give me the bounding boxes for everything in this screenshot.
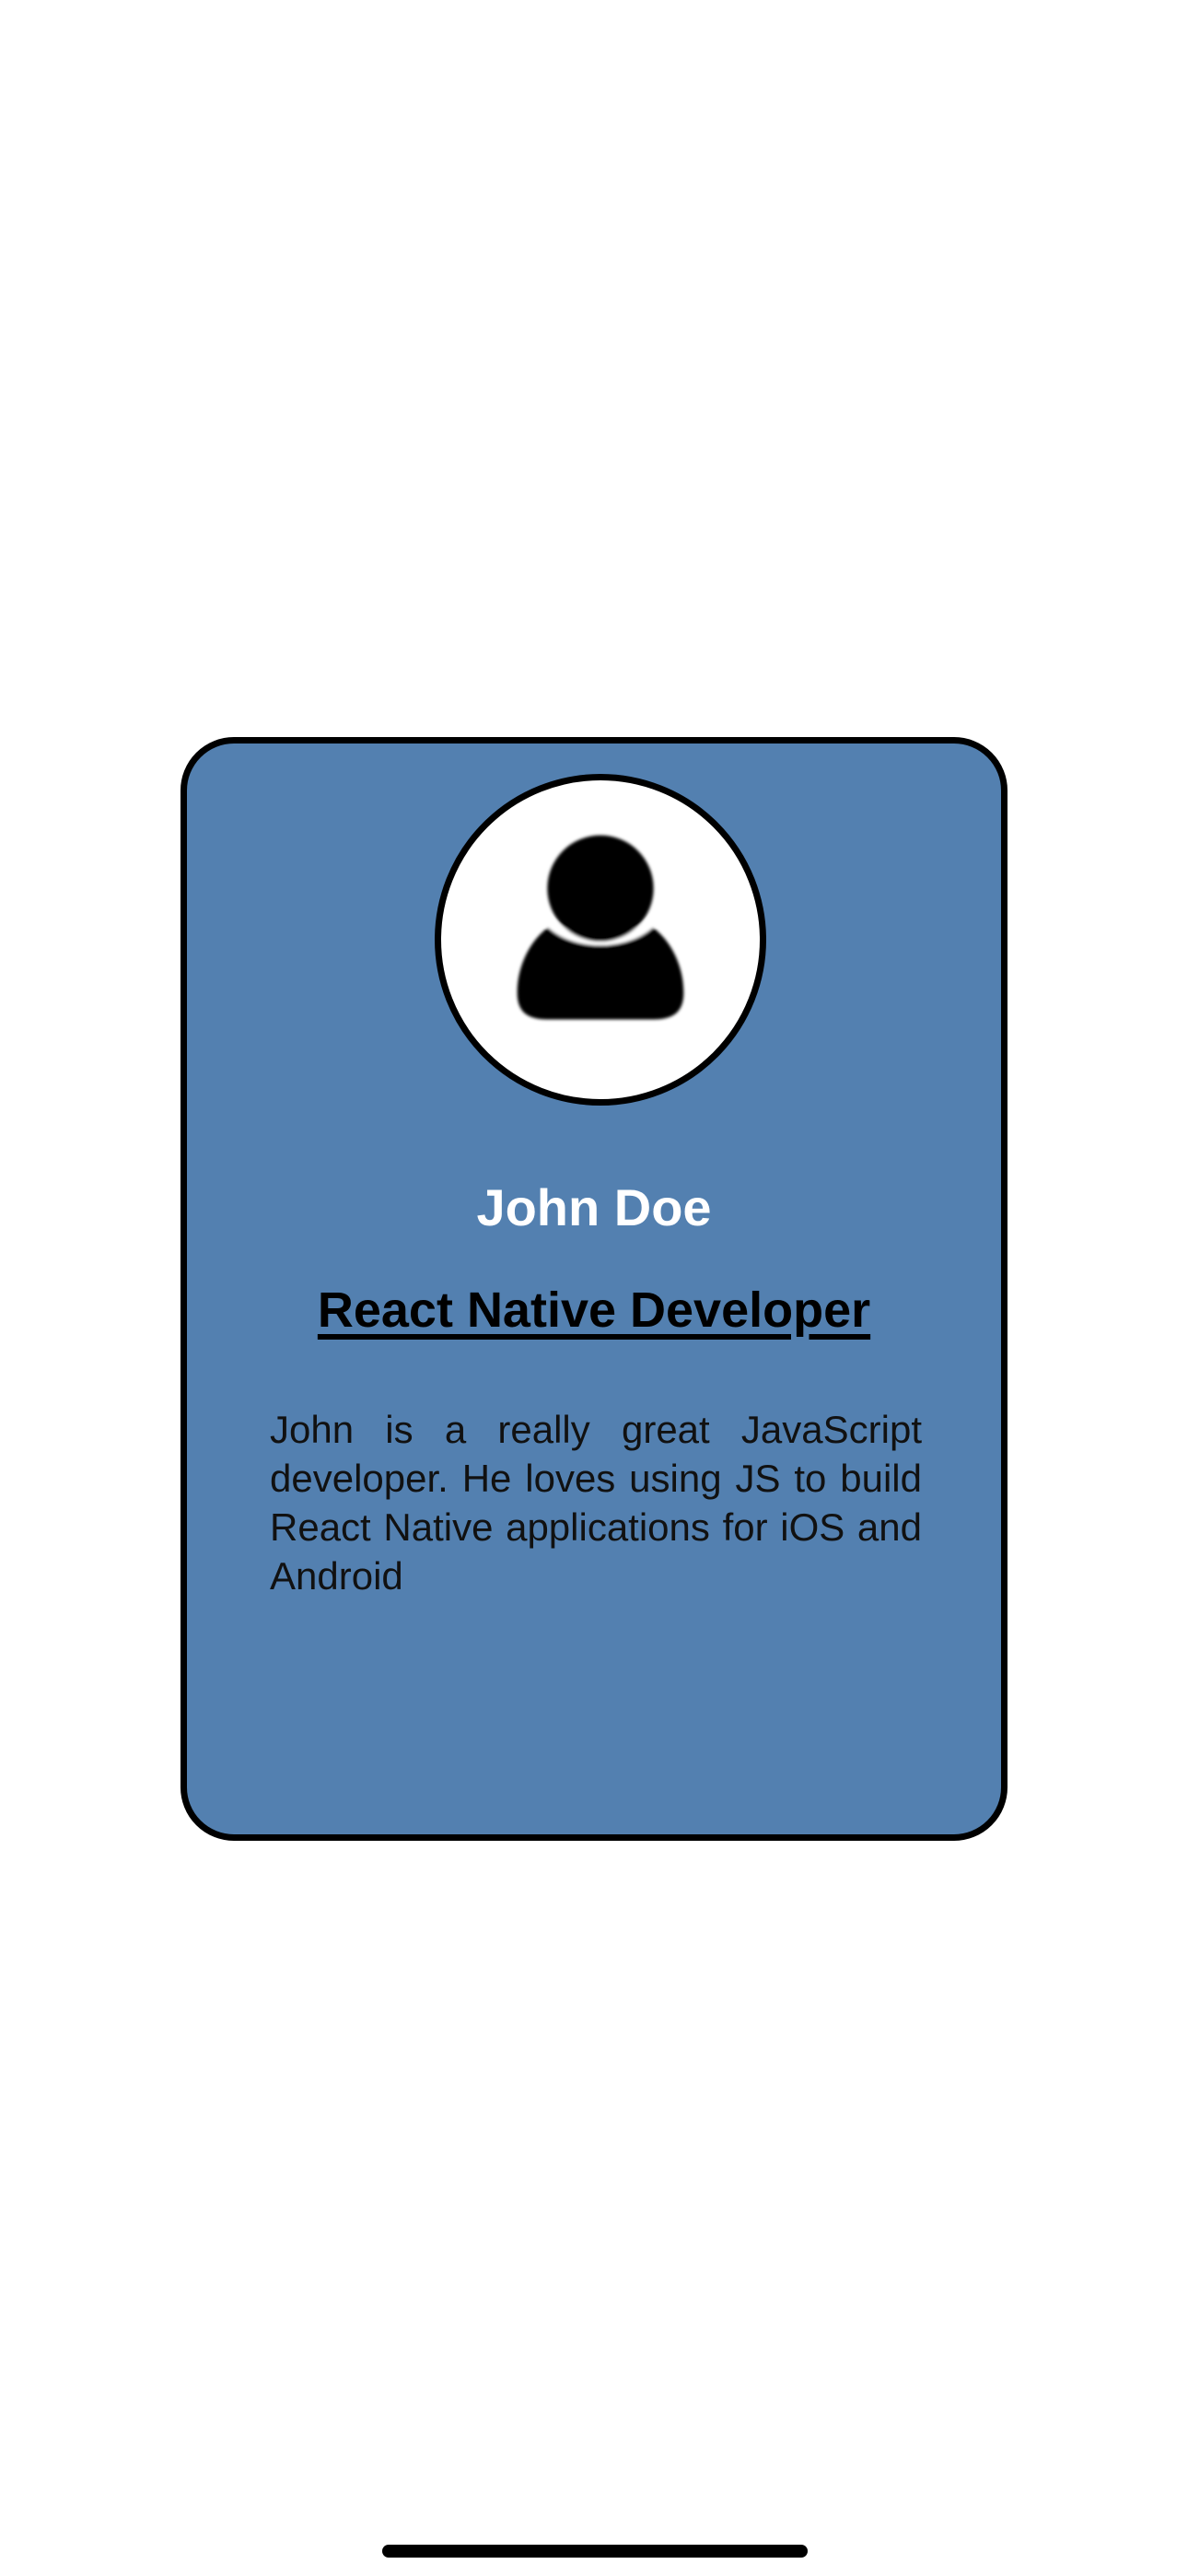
user-icon — [517, 835, 684, 1020]
avatar — [435, 774, 766, 1106]
home-indicator[interactable] — [382, 2545, 808, 2558]
profile-title-text: React Native Developer — [317, 1282, 871, 1338]
profile-title: React Native Developer — [187, 1280, 1001, 1341]
profile-card: John Doe React Native Developer John is … — [181, 737, 1007, 1841]
profile-name: John Doe — [476, 1178, 712, 1236]
profile-bio: John is a really great JavaScript develo… — [270, 1408, 922, 1598]
